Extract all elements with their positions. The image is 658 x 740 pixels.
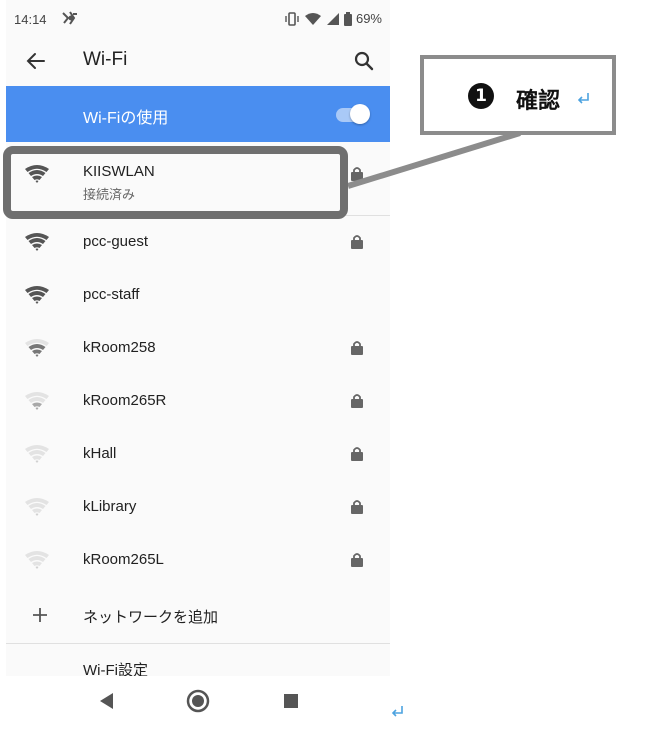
wifi-status-icon <box>304 12 321 25</box>
wifi-signal-icon <box>25 233 49 251</box>
toggle-thumb <box>350 104 370 124</box>
wifi-ssid: pcc-staff <box>83 286 140 303</box>
callout-box: 1 確認 <box>420 55 616 135</box>
wifi-signal-icon <box>25 551 49 569</box>
back-triangle-icon[interactable] <box>92 686 122 716</box>
add-network-button[interactable]: ネットワークを追加 <box>6 592 390 642</box>
battery-icon <box>343 11 352 26</box>
vibrate-icon <box>285 11 299 26</box>
wifi-ssid: kRoom265R <box>83 392 167 409</box>
plus-icon <box>33 608 47 622</box>
recents-square-icon[interactable] <box>276 686 306 716</box>
return-mark-icon <box>391 706 403 717</box>
wifi-ssid: kRoom258 <box>83 339 156 356</box>
lock-icon <box>351 447 363 461</box>
lock-icon <box>351 235 363 249</box>
wifi-network-item[interactable]: kLibrary <box>6 481 390 534</box>
wifi-signal-icon <box>25 498 49 516</box>
page-title: Wi-Fi <box>83 49 128 70</box>
return-mark-icon <box>577 93 589 104</box>
lock-icon <box>351 341 363 355</box>
battery-percent: 69% <box>355 11 382 26</box>
home-circle-icon[interactable] <box>183 686 213 716</box>
lock-icon <box>351 394 363 408</box>
wifi-ssid: kLibrary <box>83 498 137 515</box>
callout-label: 確認 <box>516 89 561 114</box>
lock-icon <box>351 553 363 567</box>
wifi-network-item[interactable]: kRoom265L <box>6 534 390 587</box>
status-bar: 14:14 69% <box>6 0 390 38</box>
wifi-master-switch-label: Wi-Fiの使用 <box>83 110 169 127</box>
wifi-master-switch[interactable]: Wi-Fiの使用 <box>6 86 390 142</box>
lock-icon <box>351 500 363 514</box>
wifi-signal-icon <box>25 392 49 410</box>
cell-signal-icon <box>326 12 339 25</box>
wifi-network-item[interactable]: pcc-guest <box>6 216 390 269</box>
notification-app-icon <box>62 11 77 25</box>
wifi-ssid: kRoom265L <box>83 551 164 568</box>
wifi-toggle[interactable] <box>334 104 370 124</box>
search-icon[interactable] <box>350 47 378 75</box>
wifi-network-item[interactable]: kRoom258 <box>6 322 390 375</box>
phone-screen: 14:14 69% Wi-Fi Wi-Fiの使用 KIISWLAN 接続済み p… <box>6 0 390 740</box>
wifi-signal-icon <box>25 445 49 463</box>
wifi-signal-icon <box>25 339 49 357</box>
status-time: 14:14 <box>14 12 47 27</box>
navigation-bar <box>6 676 390 740</box>
arrow-back-icon[interactable] <box>22 47 50 75</box>
wifi-signal-icon <box>25 286 49 304</box>
wifi-network-item[interactable]: pcc-staff <box>6 269 390 322</box>
wifi-network-item[interactable]: kRoom265R <box>6 375 390 428</box>
wifi-ssid: pcc-guest <box>83 233 149 250</box>
callout-number: 1 <box>468 83 494 109</box>
highlight-frame <box>3 146 348 219</box>
divider <box>6 643 390 644</box>
lock-icon <box>351 167 363 181</box>
wifi-ssid: kHall <box>83 445 117 462</box>
wifi-network-item[interactable]: kHall <box>6 428 390 481</box>
app-bar: Wi-Fi <box>6 38 390 84</box>
add-network-label: ネットワークを追加 <box>83 609 219 626</box>
status-icons: 69% <box>284 11 382 26</box>
